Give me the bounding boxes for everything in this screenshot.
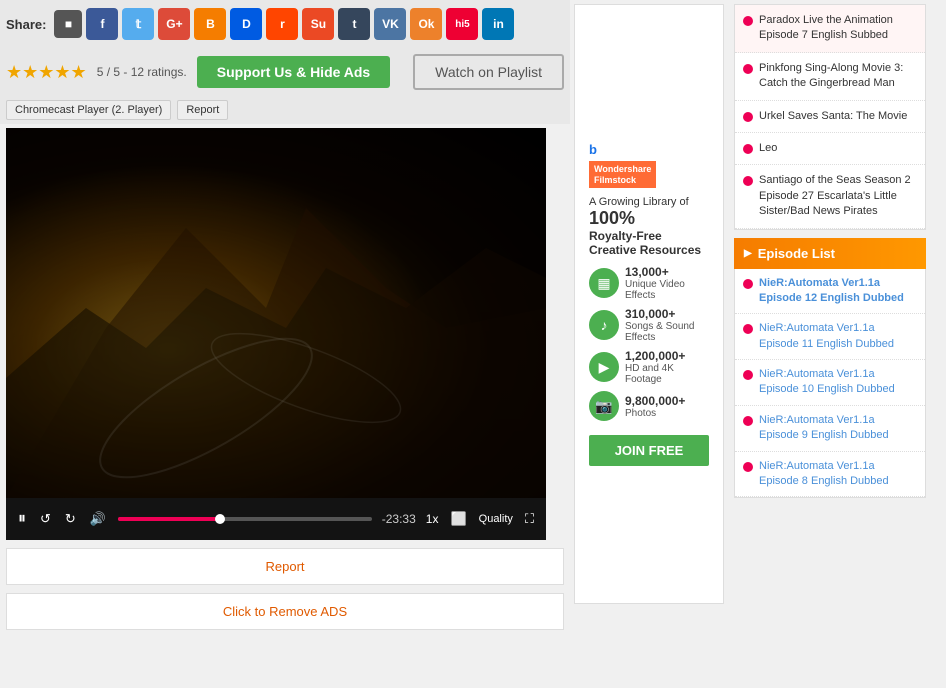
star-rating[interactable]: ★★★★★ — [6, 62, 87, 83]
sidebar-dot — [743, 112, 753, 122]
share-icon-facebook[interactable]: f — [86, 8, 118, 40]
episode-item-10[interactable]: NieR:Automata Ver1.1a Episode 10 English… — [735, 360, 925, 406]
related-item-2-text: Pinkfong Sing-Along Movie 3: Catch the G… — [759, 61, 917, 92]
share-icon-linkedin[interactable]: in — [482, 8, 514, 40]
video-player: ⏸ ↺ ↻ 🔊 -23:33 1x ⬜ Quality ⛶ — [6, 128, 546, 540]
ad-panel: b WondershareFilmstock A Growing Library… — [570, 0, 730, 636]
playlist-button[interactable]: Watch on Playlist — [413, 54, 564, 90]
ep-8-text: NieR:Automata Ver1.1a Episode 8 English … — [759, 459, 917, 490]
episode-list-title: Episode List — [758, 246, 835, 261]
ad-box: b WondershareFilmstock A Growing Library… — [574, 4, 724, 604]
fullscreen-button[interactable]: ⛶ — [523, 511, 536, 527]
ad-video-icon: ▦ — [589, 268, 619, 298]
share-icon-blogger[interactable]: B — [194, 8, 226, 40]
ad-video-label: Unique Video Effects — [625, 279, 709, 301]
ad-photos-icon: 📷 — [589, 391, 619, 421]
right-sidebar: Paradox Live the Animation Episode 7 Eng… — [730, 0, 930, 636]
ad-footage-count: 1,200,000+ — [625, 349, 709, 363]
episode-list: ▶ Episode List NieR:Automata Ver1.1a Epi… — [734, 238, 926, 499]
ep-dot — [743, 462, 753, 472]
report-header-button[interactable]: Report — [177, 100, 228, 120]
share-icon-digg[interactable]: D — [230, 8, 262, 40]
ad-feature-sound: ♪ 310,000+ Songs & Sound Effects — [589, 307, 709, 343]
rating-row: ★★★★★ 5 / 5 - 12 ratings. Support Us & H… — [0, 48, 570, 96]
share-icon-hi5[interactable]: hi5 — [446, 8, 478, 40]
ad-feature-video: ▦ 13,000+ Unique Video Effects — [589, 265, 709, 301]
remove-ads-link[interactable]: Click to Remove ADS — [223, 604, 347, 619]
report-bar: Report — [6, 548, 564, 585]
share-icon-tumblr[interactable]: t — [338, 8, 370, 40]
ad-photos-count: 9,800,000+ — [625, 394, 685, 408]
episode-list-body: NieR:Automata Ver1.1a Episode 12 English… — [734, 269, 926, 499]
ad-feature-photos: 📷 9,800,000+ Photos — [589, 391, 709, 421]
ad-photos-label: Photos — [625, 408, 685, 419]
ad-join-button[interactable]: JOIN FREE — [589, 435, 709, 466]
ad-tagline: A Growing Library of — [589, 196, 709, 208]
ep-9-text: NieR:Automata Ver1.1a Episode 9 English … — [759, 413, 917, 444]
fast-forward-button[interactable]: ↻ — [63, 511, 78, 527]
ep-11-text: NieR:Automata Ver1.1a Episode 11 English… — [759, 321, 917, 352]
quality-control[interactable]: Quality — [479, 513, 513, 525]
ad-video-count: 13,000+ — [625, 265, 709, 279]
speed-control[interactable]: 1x — [426, 512, 439, 526]
sidebar-dot — [743, 64, 753, 74]
ad-feature-footage: ▶ 1,200,000+ HD and 4K Footage — [589, 349, 709, 385]
ad-logo: WondershareFilmstock — [589, 161, 656, 189]
ep-dot — [743, 370, 753, 380]
time-display: -23:33 — [382, 512, 416, 526]
episode-list-header: ▶ Episode List — [734, 238, 926, 269]
progress-bar[interactable] — [118, 517, 372, 521]
related-item-3-text: Urkel Saves Santa: The Movie — [759, 109, 907, 124]
ad-sound-icon: ♪ — [589, 310, 619, 340]
subtitles-button[interactable]: ⬜ — [448, 511, 468, 527]
episode-list-triangle: ▶ — [744, 248, 752, 259]
player-controls: ⏸ ↺ ↻ 🔊 -23:33 1x ⬜ Quality ⛶ — [6, 498, 546, 540]
chromecast-button[interactable]: Chromecast Player (2. Player) — [6, 100, 171, 120]
pause-button[interactable]: ⏸ — [16, 510, 28, 528]
share-icon-vk[interactable]: VK — [374, 8, 406, 40]
ad-sound-label: Songs & Sound Effects — [625, 321, 709, 343]
ep-12-text: NieR:Automata Ver1.1a Episode 12 English… — [759, 276, 917, 307]
ad-footage-icon: ▶ — [589, 352, 619, 382]
rating-text: 5 / 5 - 12 ratings. — [97, 65, 187, 79]
related-item-1[interactable]: Paradox Live the Animation Episode 7 Eng… — [735, 5, 925, 53]
related-item-5[interactable]: Santiago of the Seas Season 2 Episode 27… — [735, 165, 925, 228]
share-bar: Share: ■ f 𝕥 G+ B D r Su t VK Ok hi5 in — [0, 0, 570, 48]
sidebar-dot — [743, 144, 753, 154]
share-icon-twitter[interactable]: 𝕥 — [122, 8, 154, 40]
support-button[interactable]: Support Us & Hide Ads — [197, 56, 391, 88]
related-item-1-text: Paradox Live the Animation Episode 7 Eng… — [759, 13, 917, 44]
share-icon-google[interactable]: G+ — [158, 8, 190, 40]
share-icon-square[interactable]: ■ — [54, 10, 82, 38]
remove-ads-bar: Click to Remove ADS — [6, 593, 564, 630]
rewind-button[interactable]: ↺ — [38, 511, 53, 527]
share-icon-stumbleupon[interactable]: Su — [302, 8, 334, 40]
ad-footage-label: HD and 4K Footage — [625, 363, 709, 385]
episode-item-9[interactable]: NieR:Automata Ver1.1a Episode 9 English … — [735, 406, 925, 452]
ep-dot — [743, 279, 753, 289]
sidebar-dot — [743, 176, 753, 186]
volume-button[interactable]: 🔊 — [88, 511, 108, 527]
ep-dot — [743, 416, 753, 426]
episode-item-12[interactable]: NieR:Automata Ver1.1a Episode 12 English… — [735, 269, 925, 315]
related-item-3[interactable]: Urkel Saves Santa: The Movie — [735, 101, 925, 133]
related-item-5-text: Santiago of the Seas Season 2 Episode 27… — [759, 173, 917, 219]
share-icon-odnoklassniki[interactable]: Ok — [410, 8, 442, 40]
episode-item-8[interactable]: NieR:Automata Ver1.1a Episode 8 English … — [735, 452, 925, 498]
video-frame[interactable] — [6, 128, 546, 498]
ep-dot — [743, 324, 753, 334]
related-list: Paradox Live the Animation Episode 7 Eng… — [734, 4, 926, 230]
ep-10-text: NieR:Automata Ver1.1a Episode 10 English… — [759, 367, 917, 398]
report-link[interactable]: Report — [265, 559, 304, 574]
related-item-4-text: Leo — [759, 141, 777, 156]
episode-item-11[interactable]: NieR:Automata Ver1.1a Episode 11 English… — [735, 314, 925, 360]
share-icon-reddit[interactable]: r — [266, 8, 298, 40]
share-label: Share: — [6, 17, 46, 32]
sidebar-dot — [743, 16, 753, 26]
related-item-4[interactable]: Leo — [735, 133, 925, 165]
ad-sound-count: 310,000+ — [625, 307, 709, 321]
related-item-2[interactable]: Pinkfong Sing-Along Movie 3: Catch the G… — [735, 53, 925, 101]
